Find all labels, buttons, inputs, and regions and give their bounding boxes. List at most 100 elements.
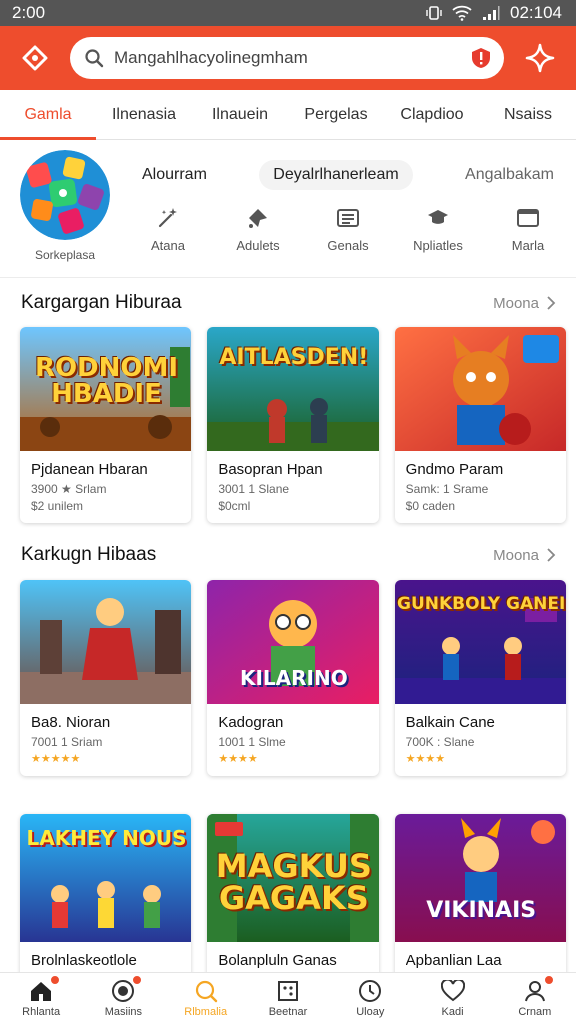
more-link[interactable]: Moona [493,295,556,312]
tab-nsaiss[interactable]: Nsaiss [480,90,576,139]
rating-stars: ★★★★ [218,753,258,765]
game-card[interactable]: RODNOMI HBADIE Pjdanean Hbaran 3900 ★ Sr… [20,327,192,523]
grid-icon [275,979,301,1003]
tab-clapdioo[interactable]: Clapdioo [384,90,480,139]
category-marla[interactable]: Marla [488,204,568,253]
pill-alourram[interactable]: Alourram [128,160,221,190]
signal-icon [482,5,500,21]
game-card[interactable]: LAKHEY NOUS Brolnlaskeotlole [20,814,192,984]
game-title: Bolanpluln Ganas [218,952,337,969]
search-bar[interactable]: Mangahlhacyolinegmham [70,37,504,79]
game-thumbnail: MAGKUS GAGAKS [207,814,379,942]
vibrate-icon [426,5,442,21]
nav-clock[interactable]: Uloay [329,973,411,1024]
search-icon [193,979,219,1003]
game-card[interactable]: AITLASDEN! Basopran Hpan 3001 1 Slane $0… [207,327,379,523]
category-adulets[interactable]: Adulets [218,204,298,253]
tab-gamla[interactable]: Gamla [0,90,96,140]
category-label: Genals [327,238,369,253]
game-card[interactable]: KILARINO Kadogran 1001 1 Slme ★★★★ [207,580,379,776]
game-price: $0cml [218,499,251,513]
hat-icon [424,204,452,232]
card-row: LAKHEY NOUS Brolnlaskeotlole MAGKUS GAGA… [20,814,566,984]
category-label: Marla [511,238,545,253]
nav-label: Uloay [356,1006,385,1018]
nav-heart[interactable]: Kadi [411,973,493,1024]
category-genals[interactable]: Genals [308,204,388,253]
filter-pills: Alourram Deyalrlhanerleam Angalbakam [128,158,568,192]
section-title: Kargargan Hiburaa [21,292,182,313]
game-card[interactable]: GUNKBOLY GANEI Balkain Cane 700K : Slane… [394,580,566,776]
alert-shield-icon[interactable] [470,47,492,69]
section-header: Karkugn Hibaas Moona [0,540,576,570]
pill-angalbakam[interactable]: Angalbakam [451,160,568,190]
heart-icon [440,979,466,1003]
game-meta: Samk: 1 Srame [405,482,489,496]
search-input[interactable]: Mangahlhacyolinegmham [114,48,470,68]
status-time: 2:00 [12,3,46,22]
nav-missions[interactable]: Masiins [82,973,164,1024]
game-thumbnail [20,580,192,704]
tab-ilnauein[interactable]: Ilnauein [192,90,288,139]
game-title: Apbanlian Laa [405,952,502,969]
nav-label: Beetnar [268,1006,308,1018]
paint-icon [244,204,272,232]
home-icon [28,974,62,1003]
search-icon [85,49,104,68]
nav-label: Rlbmalia [184,1006,228,1018]
card-row: Ba8. Nioran 7001 1 Sriam ★★★★★ KILARINO … [20,580,566,776]
game-card[interactable]: Ba8. Nioran 7001 1 Sriam ★★★★★ [20,580,192,776]
more-link[interactable]: Moona [493,547,556,564]
status-clock-right: 02:104 [510,3,562,22]
category-atana[interactable]: Atana [128,204,208,253]
target-icon [110,974,144,1003]
nav-profile[interactable]: Crnam [494,973,576,1024]
person-icon [522,974,555,1003]
game-meta: 7001 1 Sriam [31,735,103,749]
chevron-right-icon [547,548,556,562]
notification-badge [542,974,555,986]
game-title: Pjdanean Hbaran [31,461,148,478]
game-thumbnail: KILARINO [207,580,379,704]
status-icons: 02:104 [426,3,562,23]
avatar[interactable] [20,150,110,240]
game-meta: 3001 1 Slane [218,482,290,496]
list-card-icon [334,204,362,232]
nav-label: Rhlanta [22,1006,61,1018]
nav-label: Crnam [518,1006,552,1018]
game-price: $0 caden [405,499,456,513]
category-label: Atana [151,238,185,253]
window-icon [514,204,542,232]
game-thumbnail: GUNKBOLY GANEI [394,580,566,704]
game-art-text: KILARINO [239,666,348,690]
game-card[interactable]: MAGKUS GAGAKS Bolanpluln Ganas [207,814,379,984]
game-art-text: MAGKUS GAGAKS [215,847,372,917]
app-logo-button[interactable] [0,26,70,90]
card-row: RODNOMI HBADIE Pjdanean Hbaran 3900 ★ Sr… [20,327,566,523]
status-bar: 2:00 02:104 [0,0,576,26]
game-card[interactable]: VIKINAIS Apbanlian Laa [394,814,566,984]
pill-deyalrlhanerleam[interactable]: Deyalrlhanerleam [259,160,413,190]
notification-badge [49,974,62,986]
category-npliatles[interactable]: Npliatles [398,204,478,253]
game-meta: 1001 1 Slme [218,735,286,749]
tab-ilnenasia[interactable]: Ilnenasia [96,90,192,139]
category-block: Sorkeplasa Alourram Deyalrlhanerleam Ang… [0,140,576,278]
magic-wand-icon [154,204,182,232]
nav-grid[interactable]: Beetnar [247,973,329,1024]
rating-stars: ★★★★ [405,753,446,765]
wifi-icon [452,5,472,21]
sparkle-button[interactable] [504,26,576,90]
nav-search[interactable]: Rlbmalia [165,973,247,1024]
avatar-label: Sorkeplasa [34,248,96,262]
section-header: Kargargan Hiburaa Moona [0,288,576,318]
nav-home[interactable]: Rhlanta [0,973,82,1024]
game-card[interactable]: Gndmo Param Samk: 1 Srame $0 caden [394,327,566,523]
game-thumbnail: LAKHEY NOUS [20,814,192,942]
clock-icon [357,979,383,1003]
tab-pergelas[interactable]: Pergelas [288,90,384,139]
category-tabs: Gamla Ilnenasia Ilnauein Pergelas Clapdi… [0,90,576,140]
rating-stars: ★★★★★ [31,753,81,765]
game-title: Ba8. Nioran [31,714,111,731]
game-art-text: AITLASDEN! [219,345,369,370]
